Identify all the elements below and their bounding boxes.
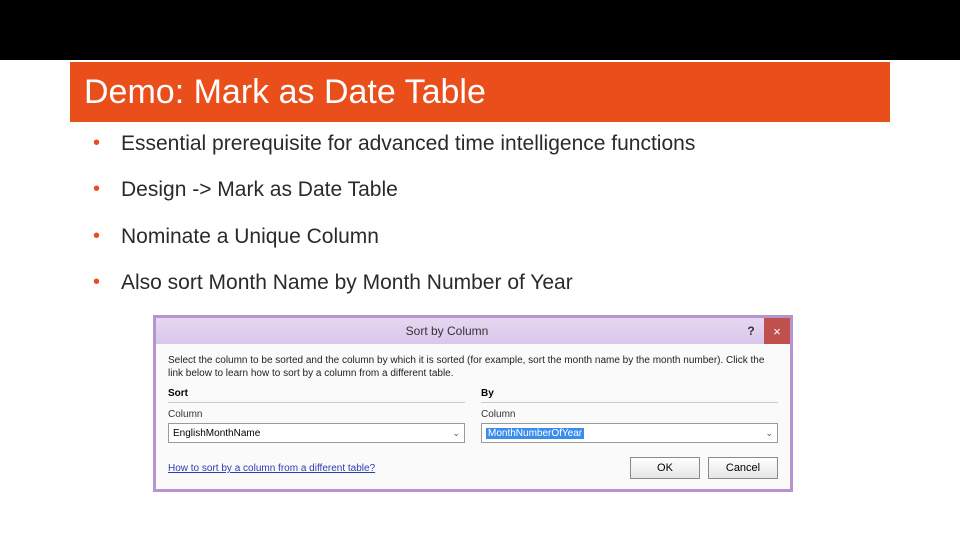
- by-column-value: MonthNumberOfYear: [486, 428, 584, 439]
- slide-top-band: [0, 0, 960, 60]
- dialog-body: Select the column to be sorted and the c…: [156, 344, 790, 489]
- ok-button[interactable]: OK: [630, 457, 700, 479]
- title-bar: Demo: Mark as Date Table: [70, 62, 890, 122]
- by-group-label: By: [481, 388, 778, 403]
- column-label: Column: [481, 409, 778, 420]
- slide-title: Demo: Mark as Date Table: [84, 73, 486, 112]
- sort-column-value: EnglishMonthName: [173, 428, 260, 439]
- bullet-item: Design -> Mark as Date Table: [93, 176, 888, 204]
- bullet-item: Essential prerequisite for advanced time…: [93, 130, 888, 158]
- bullet-item: Nominate a Unique Column: [93, 223, 888, 251]
- column-label: Column: [168, 409, 465, 420]
- close-button[interactable]: ×: [764, 318, 790, 344]
- dialog-title: Sort by Column: [156, 324, 738, 338]
- dialog-instruction: Select the column to be sorted and the c…: [168, 354, 778, 380]
- chevron-down-icon: ⌄: [765, 428, 773, 439]
- sort-column-select[interactable]: EnglishMonthName ⌄: [168, 423, 465, 443]
- bullet-list: Essential prerequisite for advanced time…: [93, 130, 888, 297]
- bullet-item: Also sort Month Name by Month Number of …: [93, 269, 888, 297]
- dialog-footer: How to sort by a column from a different…: [168, 457, 778, 479]
- by-column-group: By Column MonthNumberOfYear ⌄: [481, 388, 778, 443]
- help-link[interactable]: How to sort by a column from a different…: [168, 463, 622, 474]
- dialog-titlebar: Sort by Column ? ×: [156, 318, 790, 344]
- by-column-select[interactable]: MonthNumberOfYear ⌄: [481, 423, 778, 443]
- chevron-down-icon: ⌄: [452, 428, 460, 439]
- cancel-button[interactable]: Cancel: [708, 457, 778, 479]
- sort-group-label: Sort: [168, 388, 465, 403]
- sort-by-column-dialog: Sort by Column ? × Select the column to …: [153, 315, 793, 492]
- help-button[interactable]: ?: [738, 324, 764, 338]
- sort-column-group: Sort Column EnglishMonthName ⌄: [168, 388, 465, 443]
- slide-content: Essential prerequisite for advanced time…: [93, 130, 888, 492]
